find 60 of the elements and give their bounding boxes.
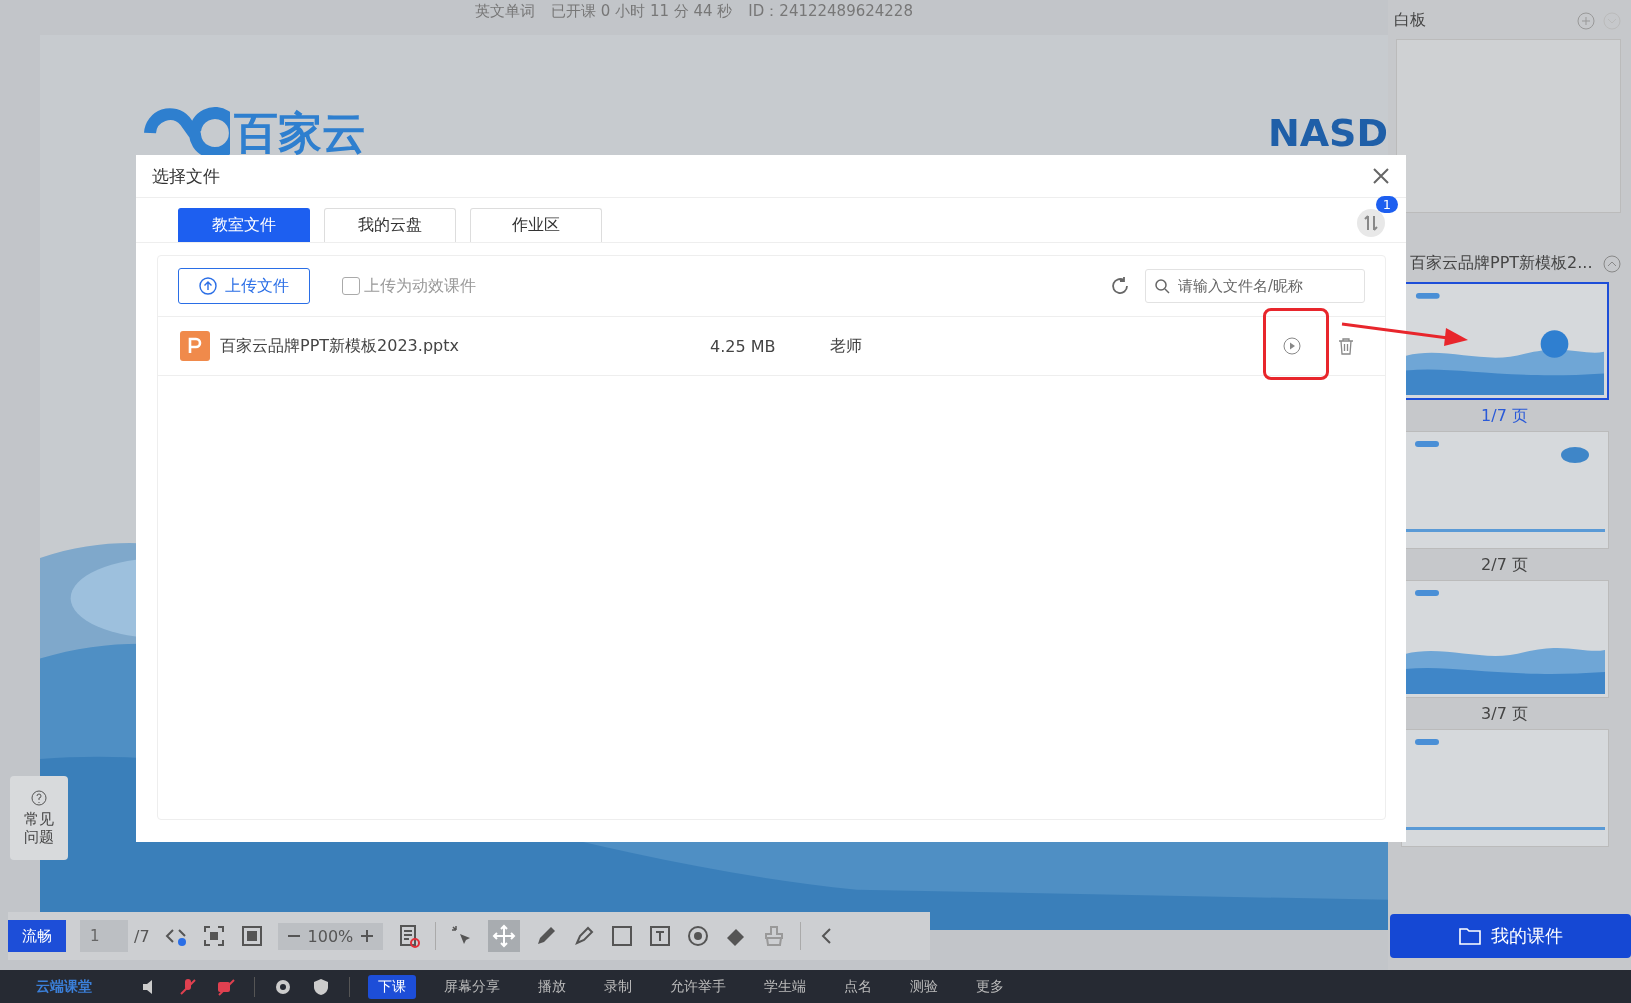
control-bar-button[interactable]: 更多 <box>966 974 1014 999</box>
folder-icon <box>1458 925 1481 947</box>
zoom-in-icon[interactable] <box>359 928 376 944</box>
page-label: 3/7 页 <box>1481 704 1528 725</box>
control-bar-button[interactable]: 测验 <box>900 974 948 999</box>
tab[interactable]: 我的云盘 <box>324 208 456 242</box>
page-label: 1/7 页 <box>1481 406 1528 427</box>
file-owner: 老师 <box>830 335 862 357</box>
courseware-title: 百家云品牌PPT新模板2... <box>1410 253 1593 274</box>
page-label: 2/7 页 <box>1481 555 1528 576</box>
file-row[interactable]: 百家云品牌PPT新模板2023.pptx 4.25 MB 老师 <box>158 317 1385 376</box>
control-bar-button[interactable]: 学生端 <box>754 974 816 999</box>
fit-screen-icon[interactable] <box>201 924 226 948</box>
camera-off-icon[interactable] <box>216 976 236 997</box>
help-icon <box>31 790 47 806</box>
control-bar-button[interactable]: 屏幕分享 <box>434 974 510 999</box>
slide-brand: NASD <box>1267 111 1388 155</box>
control-bar-button[interactable]: 播放 <box>528 974 576 999</box>
control-bar-button[interactable]: 录制 <box>594 974 642 999</box>
whiteboard-thumbnail[interactable] <box>1396 39 1621 213</box>
document-off-icon[interactable] <box>397 924 422 948</box>
microphone-off-icon[interactable] <box>178 976 198 997</box>
text-tool-icon[interactable] <box>648 924 673 948</box>
faq-button[interactable]: 常见问题 <box>10 776 68 860</box>
control-bar-button[interactable]: 下课 <box>368 974 416 999</box>
fullscreen-icon[interactable] <box>239 924 264 948</box>
tab[interactable]: 作业区 <box>470 208 602 242</box>
upload-button[interactable]: 上传文件 <box>178 268 310 304</box>
refresh-icon[interactable] <box>1109 275 1131 297</box>
file-name: 百家云品牌PPT新模板2023.pptx <box>220 335 460 357</box>
checkbox-label: 上传为动效课件 <box>364 275 476 297</box>
my-courseware-button[interactable]: 我的课件 <box>1390 914 1631 958</box>
zoom-level: 100% <box>307 926 354 946</box>
search-field[interactable]: 请输入文件名/昵称 <box>1145 269 1365 303</box>
search-icon <box>1154 278 1170 294</box>
slide-logo: 百家云 <box>234 105 366 160</box>
notification-badge: 1 <box>1375 196 1398 213</box>
file-size: 4.25 MB <box>710 336 777 356</box>
page-total: /7 <box>134 926 150 946</box>
whiteboard-title: 白板 <box>1394 10 1426 31</box>
highlight-frame <box>1263 308 1329 380</box>
shield-icon[interactable] <box>311 976 331 997</box>
quality-button[interactable]: 流畅 <box>8 920 66 952</box>
powerpoint-icon <box>180 331 210 361</box>
tab[interactable]: 教室文件 <box>178 208 310 242</box>
app-logo: 云端课堂 <box>36 977 92 996</box>
elapsed-time: 已开课 0 小时 11 分 44 秒 <box>551 2 733 21</box>
control-bar-button[interactable]: 允许举手 <box>660 974 736 999</box>
play-icon[interactable] <box>1283 337 1301 355</box>
checkbox[interactable] <box>342 277 360 295</box>
laser-icon[interactable] <box>686 924 711 948</box>
close-icon[interactable] <box>1372 167 1390 185</box>
sort-icon[interactable] <box>1356 208 1386 238</box>
delete-icon[interactable] <box>1337 337 1355 355</box>
control-bar-button[interactable]: 点名 <box>834 974 882 999</box>
course-title: 英文单词 <box>475 2 536 21</box>
room-id: ID：24122489624228 <box>748 2 913 21</box>
dialog-title: 选择文件 <box>152 164 220 188</box>
rectangle-icon[interactable] <box>610 924 635 948</box>
upload-icon <box>199 277 217 295</box>
